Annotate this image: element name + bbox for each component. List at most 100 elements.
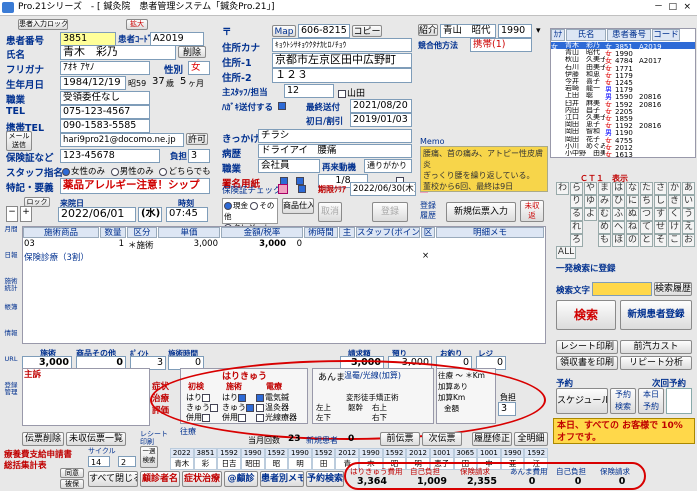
sex-input[interactable]: 女 [188,61,210,75]
insured-button[interactable]: 被保 [60,479,84,489]
visit-time-input[interactable]: 07:45 [166,207,208,222]
kana-key-4-7[interactable]: そ [654,234,667,247]
sidebar-link[interactable]: 情報 [2,330,20,337]
visit-prev-icon[interactable]: − [6,206,18,222]
kana-key-2-9[interactable]: う [682,208,695,221]
reserve-slot[interactable] [666,388,692,414]
sidebar-link[interactable]: 施術統計 [2,278,20,292]
kana-key-3-1[interactable]: れ [570,221,583,234]
other-radio[interactable] [250,202,259,210]
kana-key-1-8[interactable]: き [668,195,681,208]
tag-print-button[interactable]: 顧診者名 [140,471,180,487]
week-search-button[interactable]: 一週 検索 [140,446,158,468]
patient-list-row[interactable]: 石川 由美子女 1771 [551,64,695,71]
slip-row-item[interactable]: 保険診療（3割） [24,251,98,263]
last-send-input[interactable]: 2021/08/20 [350,99,412,113]
referral-code[interactable]: 1990 [498,24,532,38]
visit-date-input[interactable]: 2022/06/01 [58,207,136,222]
sidebar-link[interactable]: 月間 [2,226,20,233]
patient-list-row[interactable]: 江口 久美子女 1859 [551,114,695,121]
kana-key-3-9[interactable]: え [682,221,695,234]
patient-list-row[interactable]: 小中野 由美子女1613 [551,150,695,157]
slip-row-type[interactable]: ＊施術 [128,239,158,251]
kana-key-4-9[interactable]: お [682,234,695,247]
memo-text[interactable]: 腰痛、首の痛み、アトピー性皮膚炎 ぎっくり腰を繰り返している。 董校から6回、最… [420,146,548,192]
kana-key-3-3[interactable]: め [598,221,611,234]
kana-key-0-9[interactable]: あ [682,182,695,195]
enlarge-button[interactable]: 拡大 [126,19,148,30]
patient-list-row[interactable]: 臼井 麻美女 1592 20816 [551,100,695,107]
kana-key-1-7[interactable]: し [654,195,667,208]
female-radio[interactable] [62,167,70,176]
patient-list-row[interactable]: 岡田 恵子女 1192 20816 [551,121,695,128]
visit-next-icon[interactable]: + [20,206,32,222]
job-select[interactable]: 会社員 [258,159,320,173]
reserve-search-footer-button[interactable]: 予約検索 [306,471,344,487]
kana-all-button[interactable]: ALL [556,246,576,259]
slip-delete-button[interactable]: 伝票削除 [22,432,64,446]
map-button[interactable]: Map [272,25,296,37]
kana-key-2-4[interactable]: ふ [612,208,625,221]
patient-list-row[interactable]: 岡田 花子女 4755 [551,136,695,143]
slip-row-amount[interactable]: 3,000 [222,239,286,249]
kana-key-2-6[interactable]: つ [640,208,653,221]
schedule-button[interactable]: スケジュール [556,388,608,414]
register-button[interactable]: 登録 [372,202,408,222]
search-button[interactable]: 検索 [556,300,616,330]
male-radio[interactable] [110,167,119,176]
kana-key-4-3[interactable]: も [598,234,611,247]
kana-key-3-4[interactable]: へ [612,221,625,234]
kana-key-3-8[interactable]: け [668,221,681,234]
kana-key-2-7[interactable]: す [654,208,667,221]
close-button[interactable]: × [683,0,691,15]
all-detail-button[interactable]: 全明細 [514,432,548,446]
prev-slip-button[interactable]: 前伝票 [380,432,420,446]
register-history-label[interactable]: 登録 履歴 [420,201,436,221]
maximize-button[interactable]: □ [668,0,677,15]
copy-button[interactable]: コピー [352,25,382,37]
address2-input[interactable]: １２３ [272,68,412,83]
email-input[interactable]: hari9pro21@docomo.ne.jp [60,133,184,147]
kana-key-0-0[interactable]: わ [556,182,569,195]
kana-key-1-9[interactable]: い [682,195,695,208]
kana-key-4-4[interactable]: ほ [612,234,625,247]
kana-key-1-4[interactable]: ひ [612,195,625,208]
patient-list-row[interactable]: 青山 昭代女 1990 [551,49,695,56]
kana-key-2-5[interactable]: ぬ [626,208,639,221]
sidebar-link[interactable]: 日報 [2,252,20,259]
address1-input[interactable]: 京都市左京区田中広野町 [272,53,412,68]
search-history-button[interactable]: 検索履歴 [654,282,692,296]
cash-radio[interactable] [224,202,232,210]
patient-lock-button[interactable]: 患者入力ロック [18,19,68,30]
patient-list-row[interactable]: 岡田 智和男 1190 [551,128,695,135]
kana-key-2-1[interactable]: る [570,208,583,221]
patient-list-row[interactable]: 内田 昌子女 2205 [551,107,695,114]
patient-code-input[interactable]: A2019 [150,32,204,46]
sidebar-link[interactable]: 帳簿 [2,304,20,311]
kana-key-0-8[interactable]: か [668,182,681,195]
reserve-search-button[interactable]: 予約 検索 [610,388,636,414]
kana-key-3-6[interactable]: て [640,221,653,234]
slip-row-price[interactable]: 3,000 [160,239,218,249]
slip-row-qty[interactable]: 1 [102,239,124,249]
patient-number-input[interactable]: 3851 [60,32,116,46]
patient-list-row[interactable]: 岩崎 龍一男 1179 [551,85,695,92]
slip-row-rate[interactable]: 0 [288,239,302,249]
next-slip-button[interactable]: 次伝票 [422,432,462,446]
kana-key-3-7[interactable]: せ [654,221,667,234]
patient-list-row[interactable]: 秋山 久美子女 4784 A2017 [551,56,695,63]
kana-key-0-7[interactable]: さ [654,182,667,195]
sign-print-button[interactable]: @顧診 [224,471,258,487]
close-all-button[interactable]: すべて閉じる [88,471,138,487]
unpaid-list-button[interactable]: 未収伝票一覧 [66,432,126,446]
motive-select[interactable]: 通りがかり [364,159,412,173]
patient-list-row[interactable]: 今井 喜子女 1245 [551,78,695,85]
kana-key-4-8[interactable]: こ [668,234,681,247]
referral-group-select[interactable]: 携帯(1) [470,38,532,52]
disease-button[interactable]: 症状治療 [182,471,222,487]
insurance-check-box[interactable] [278,184,288,194]
kana-key-0-3[interactable]: ま [598,182,611,195]
period-input[interactable]: 2022/06/30(木) [350,182,416,196]
insurance-input[interactable]: 123-45678 [60,149,160,163]
permit-button[interactable]: 許可 [186,133,208,145]
